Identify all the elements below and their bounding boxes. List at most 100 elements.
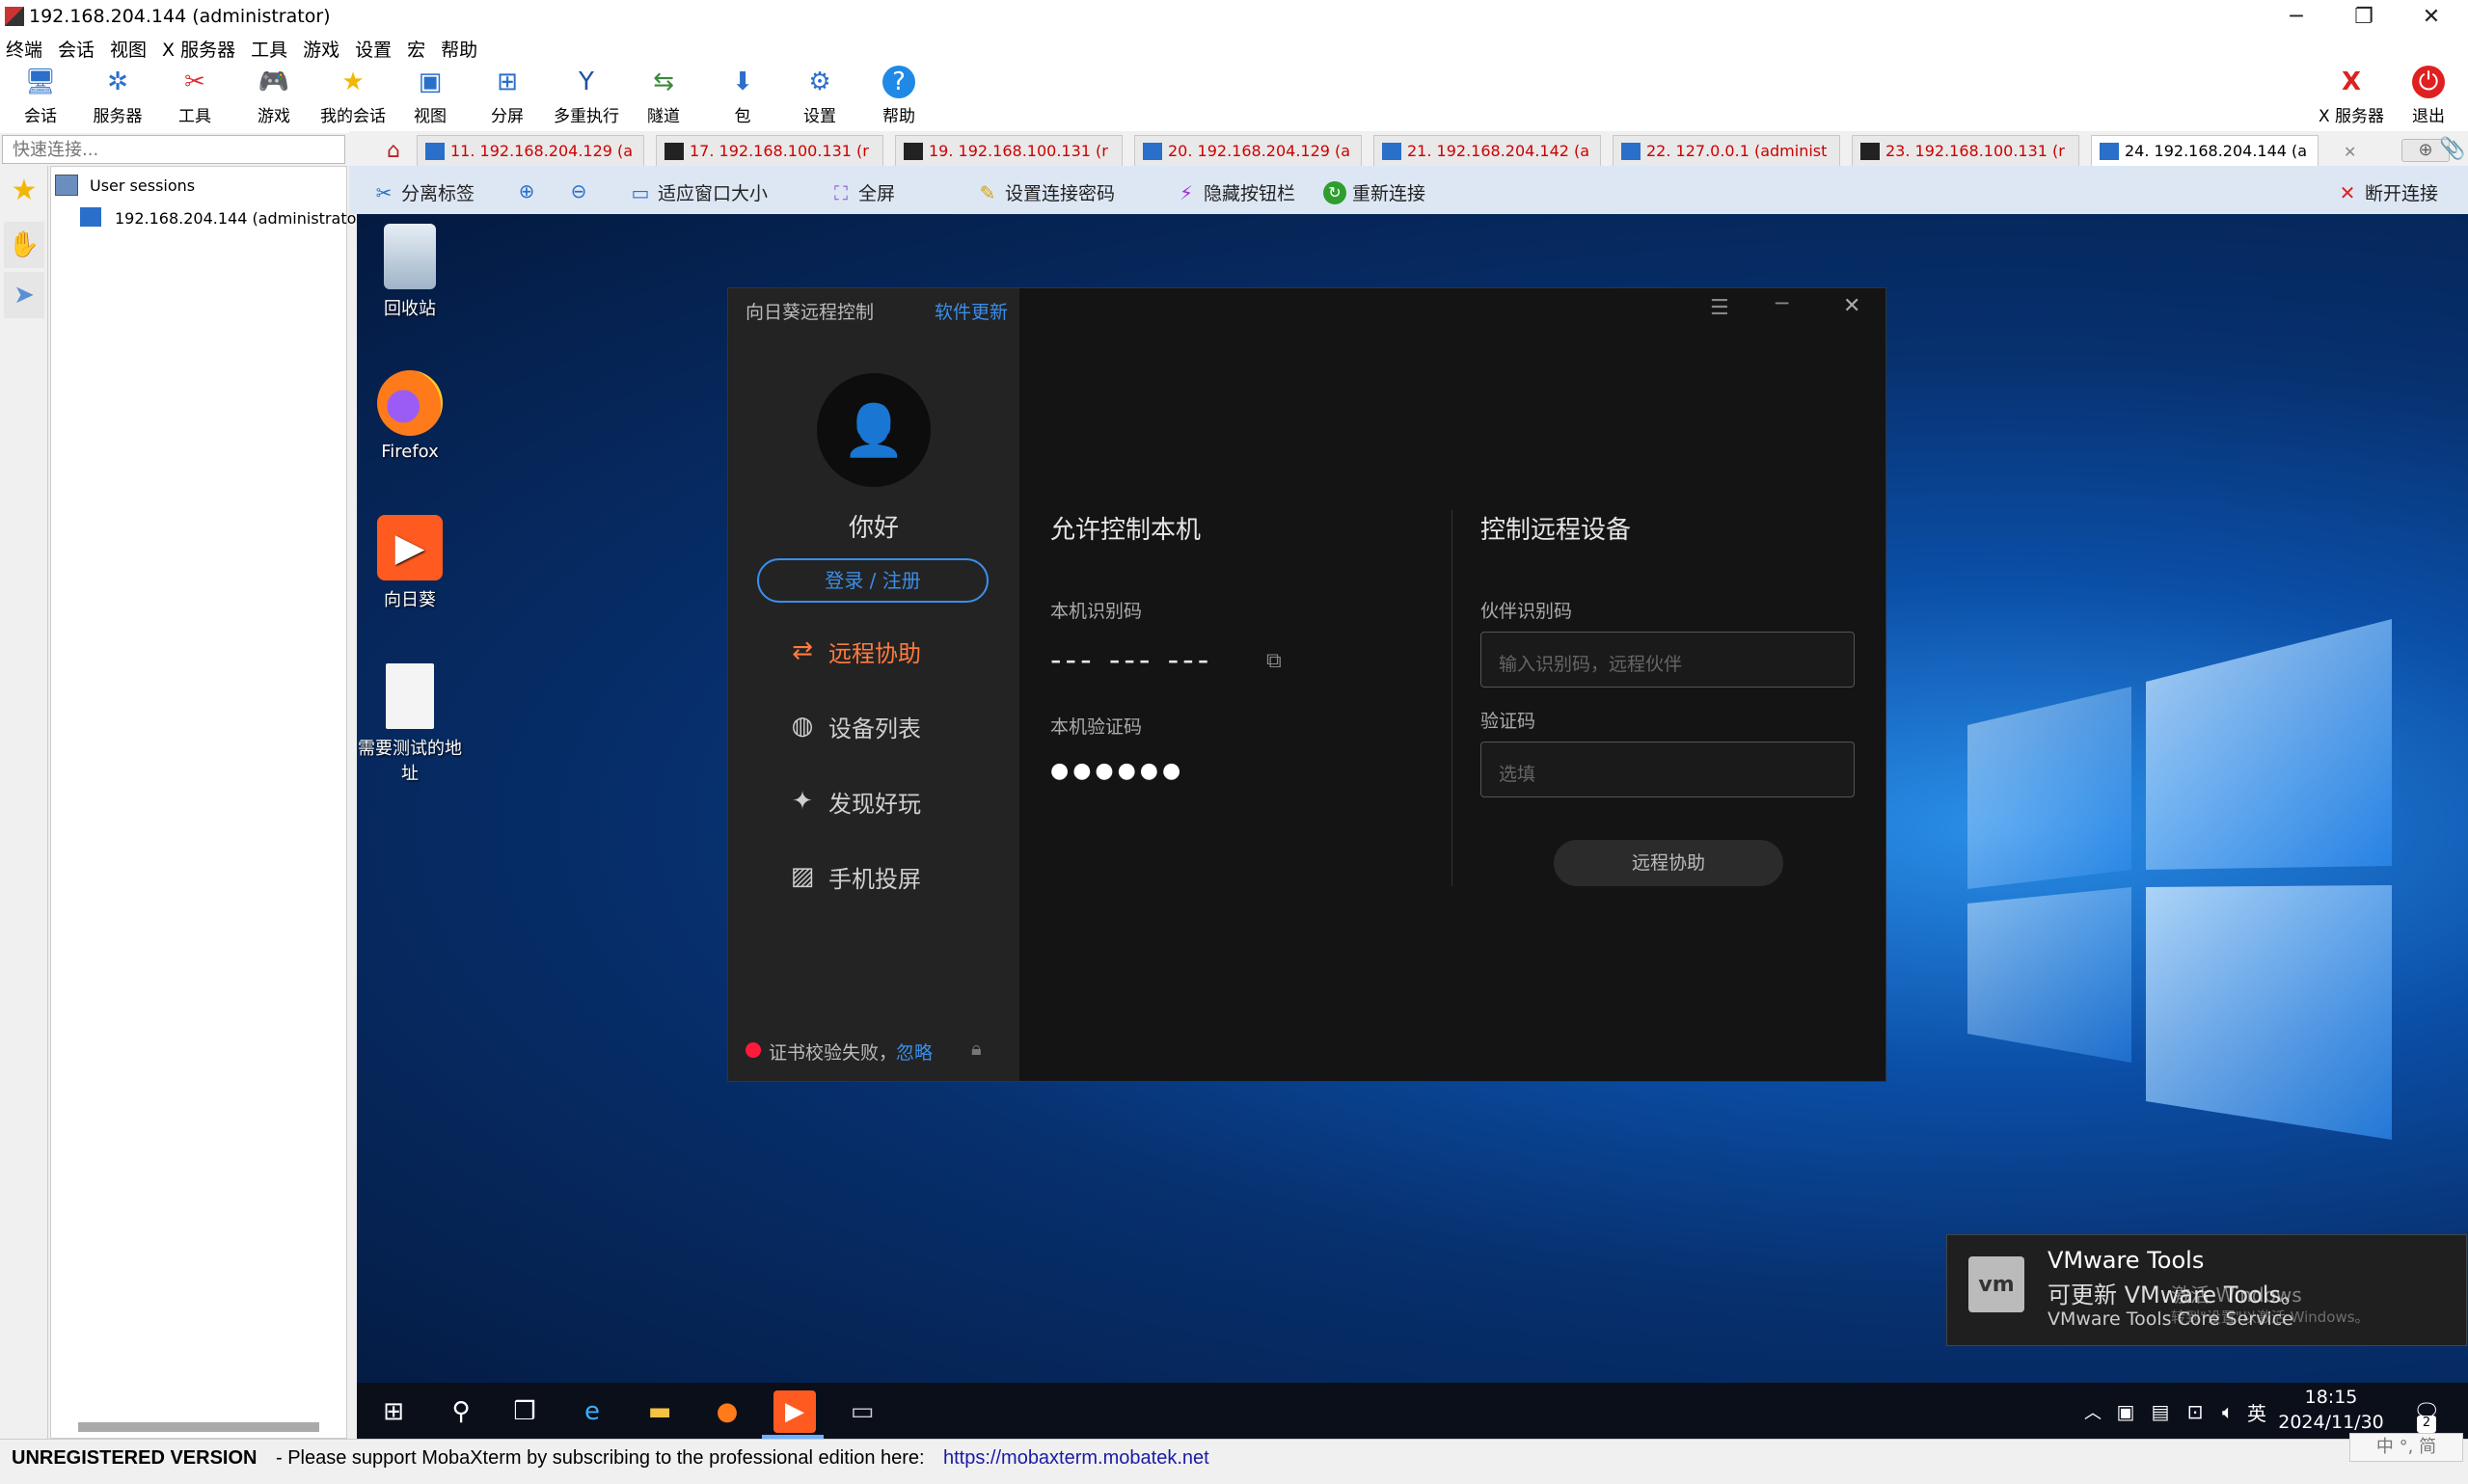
error-dot-icon xyxy=(746,1042,761,1058)
tab-session-23[interactable]: 23. 192.168.100.131 (r xyxy=(1852,135,2079,166)
minimize-icon[interactable]: ─ xyxy=(1776,292,1788,316)
attach-icon[interactable]: 📎 xyxy=(2438,137,2467,164)
nav-screen-cast[interactable]: ▨ 手机投屏 xyxy=(786,857,979,896)
fullscreen-button[interactable]: ⛶ 全屏 xyxy=(829,179,895,205)
clock-time[interactable]: 18:15 xyxy=(2278,1387,2384,1408)
minimize-button[interactable]: ─ xyxy=(2263,0,2330,33)
menu-xserver[interactable]: X 服务器 xyxy=(162,36,245,62)
tab-session-22[interactable]: 22. 127.0.0.1 (administ xyxy=(1613,135,1840,166)
session-button[interactable]: 🖥 会话 xyxy=(2,62,79,131)
reconnect-button[interactable]: ↻ 重新连接 xyxy=(1323,179,1425,205)
tab-session-20[interactable]: 20. 192.168.204.129 (a xyxy=(1134,135,1362,166)
lock-icon[interactable]: 🔒︎ xyxy=(971,1037,982,1060)
nav-device-list[interactable]: ◍ 设备列表 xyxy=(786,707,979,745)
quick-connect-input[interactable] xyxy=(3,136,344,163)
firefox-taskbar-icon[interactable]: ● xyxy=(706,1390,748,1433)
zoom-in-button[interactable]: ⊕ xyxy=(515,179,544,202)
window-title: 192.168.204.144 (administrator) xyxy=(29,6,331,27)
desktop-icon-sunlogin[interactable]: ▶ 向日葵 xyxy=(357,515,463,611)
zoom-out-button[interactable]: ⊖ xyxy=(567,179,596,202)
monitor-icon xyxy=(425,142,445,160)
start-icon[interactable]: ⊞ xyxy=(372,1390,415,1433)
desktop-icon-firefox[interactable]: Firefox xyxy=(357,370,463,462)
nav-remote-assist[interactable]: ⇄ 远程协助 xyxy=(786,632,979,670)
ime-toolbar[interactable]: 中 °, 简 xyxy=(2349,1433,2463,1462)
menu-tools[interactable]: 工具 xyxy=(251,36,297,62)
home-tab-icon[interactable]: ⌂ xyxy=(378,137,409,164)
packages-button[interactable]: ⬇ 包 xyxy=(704,62,781,131)
games-button[interactable]: 🎮 游戏 xyxy=(235,62,312,131)
restore-button[interactable]: ❐ xyxy=(2330,0,2398,33)
task-view-icon[interactable]: ❒ xyxy=(503,1390,546,1433)
menu-view[interactable]: 视图 xyxy=(110,36,156,62)
hide-buttons-button[interactable]: ⚡ 隐藏按钮栏 xyxy=(1175,179,1295,205)
menu-macros[interactable]: 宏 xyxy=(407,36,435,62)
monitor-icon xyxy=(1382,142,1401,160)
tools-button[interactable]: ✂ 工具 xyxy=(156,62,233,131)
search-icon[interactable]: ⚲ xyxy=(440,1390,482,1433)
menu-help[interactable]: 帮助 xyxy=(441,36,487,62)
file-explorer-icon[interactable]: ▬ xyxy=(638,1390,681,1433)
sunlogin-taskbar-icon[interactable]: ▶ xyxy=(773,1390,816,1433)
menu-games[interactable]: 游戏 xyxy=(303,36,349,62)
desktop-icon-text-file[interactable]: 需要测试的地址 xyxy=(357,663,463,785)
my-sessions-button[interactable]: ★ 我的会话 xyxy=(314,62,392,131)
xserver-button[interactable]: XX 服务器 xyxy=(2313,62,2390,131)
detach-tab-button[interactable]: ✂ 分离标签 xyxy=(372,179,475,205)
software-update-link[interactable]: 软件更新 xyxy=(935,298,1008,324)
ie-icon[interactable]: e xyxy=(571,1390,613,1433)
close-tab-icon[interactable]: ✕ xyxy=(2344,143,2363,162)
device-list-icon: ◍ xyxy=(791,712,814,741)
sunlogin-window: 向日葵远程控制 软件更新 👤 你好 登录 / 注册 ⇄ 远程协助 ◍ 设备列表 ✦ 发… xyxy=(727,287,1886,1082)
mobatek-link[interactable]: https://mobaxterm.mobatek.net xyxy=(943,1447,1209,1470)
menu-settings[interactable]: 设置 xyxy=(355,36,401,62)
view-button[interactable]: ▣ 视图 xyxy=(392,62,469,131)
menu-bar: 终端 会话 视图 X 服务器 工具 游戏 设置宏帮助 xyxy=(0,33,2468,62)
tab-session-19[interactable]: 19. 192.168.100.131 (r xyxy=(895,135,1123,166)
tab-session-24[interactable]: 24. 192.168.204.144 (a xyxy=(2091,135,2319,166)
clock-date[interactable]: 2024/11/30 xyxy=(2278,1412,2384,1433)
vmware-notification[interactable]: vm VMware Tools 可更新 VMware Tools。 VMware… xyxy=(1946,1234,2467,1346)
session-item[interactable]: 192.168.204.144 (administrator) xyxy=(115,209,368,228)
tab-session-11[interactable]: 11. 192.168.204.129 (a xyxy=(417,135,644,166)
avatar[interactable]: 👤 xyxy=(817,373,931,487)
desktop-icon-recycle-bin[interactable]: 回收站 xyxy=(357,224,463,320)
ime-indicator[interactable]: 英 xyxy=(2236,1390,2278,1433)
user-sessions-node[interactable]: User sessions xyxy=(90,176,195,195)
menu-terminal[interactable]: 终端 xyxy=(6,36,52,62)
close-icon[interactable]: ✕ xyxy=(1843,294,1860,318)
partner-id-input[interactable]: 输入识别码，远程伙伴 xyxy=(1480,632,1855,688)
copy-icon[interactable]: ⧉ xyxy=(1266,649,1282,673)
exit-button[interactable]: ⏻ 退出 xyxy=(2390,62,2467,131)
monitor-icon xyxy=(2100,142,2119,160)
multiexec-button[interactable]: Y 多重执行 xyxy=(548,62,625,131)
ignore-link[interactable]: 忽略 xyxy=(896,1039,933,1065)
favorites-star-icon[interactable]: ★ xyxy=(8,174,41,207)
tools-sidebar-icon[interactable]: ✋ xyxy=(4,222,44,268)
horizontal-scrollbar[interactable] xyxy=(78,1422,319,1432)
remote-assist-button[interactable]: 远程协助 xyxy=(1554,840,1783,886)
split-button[interactable]: ⊞ 分屏 xyxy=(469,62,546,131)
menu-icon[interactable]: ☰ xyxy=(1710,296,1729,320)
set-password-button[interactable]: ✎ 设置连接密码 xyxy=(976,179,1115,205)
nav-discover[interactable]: ✦ 发现好玩 xyxy=(786,782,979,821)
cmd-icon[interactable]: ▭ xyxy=(841,1390,883,1433)
tab-bar: ⌂ 11. 192.168.204.129 (a 17. 192.168.100… xyxy=(349,131,2468,166)
recycle-bin-icon xyxy=(384,224,436,289)
remote-assist-icon: ⇄ xyxy=(792,636,813,665)
tab-session-21[interactable]: 21. 192.168.204.142 (a xyxy=(1373,135,1601,166)
settings-icon: ⚙ xyxy=(808,67,831,96)
tab-session-17[interactable]: 17. 192.168.100.131 (r xyxy=(656,135,883,166)
tunnel-button[interactable]: ⇆ 隧道 xyxy=(625,62,702,131)
verify-code-input[interactable]: 选填 xyxy=(1480,742,1855,797)
login-register-button[interactable]: 登录 / 注册 xyxy=(757,558,989,603)
servers-button[interactable]: ✲ 服务器 xyxy=(79,62,156,131)
settings-button[interactable]: ⚙ 设置 xyxy=(781,62,858,131)
disconnect-button[interactable]: ✕ 断开连接 xyxy=(2336,179,2438,205)
send-icon[interactable]: ➤ xyxy=(4,272,44,318)
menu-sessions[interactable]: 会话 xyxy=(58,36,104,62)
fit-window-button[interactable]: ▭ 适应窗口大小 xyxy=(629,179,768,205)
close-button[interactable]: ✕ xyxy=(2398,0,2465,33)
cert-error-text: 证书校验失败， xyxy=(769,1042,898,1064)
help-button[interactable]: ? 帮助 xyxy=(860,62,937,131)
